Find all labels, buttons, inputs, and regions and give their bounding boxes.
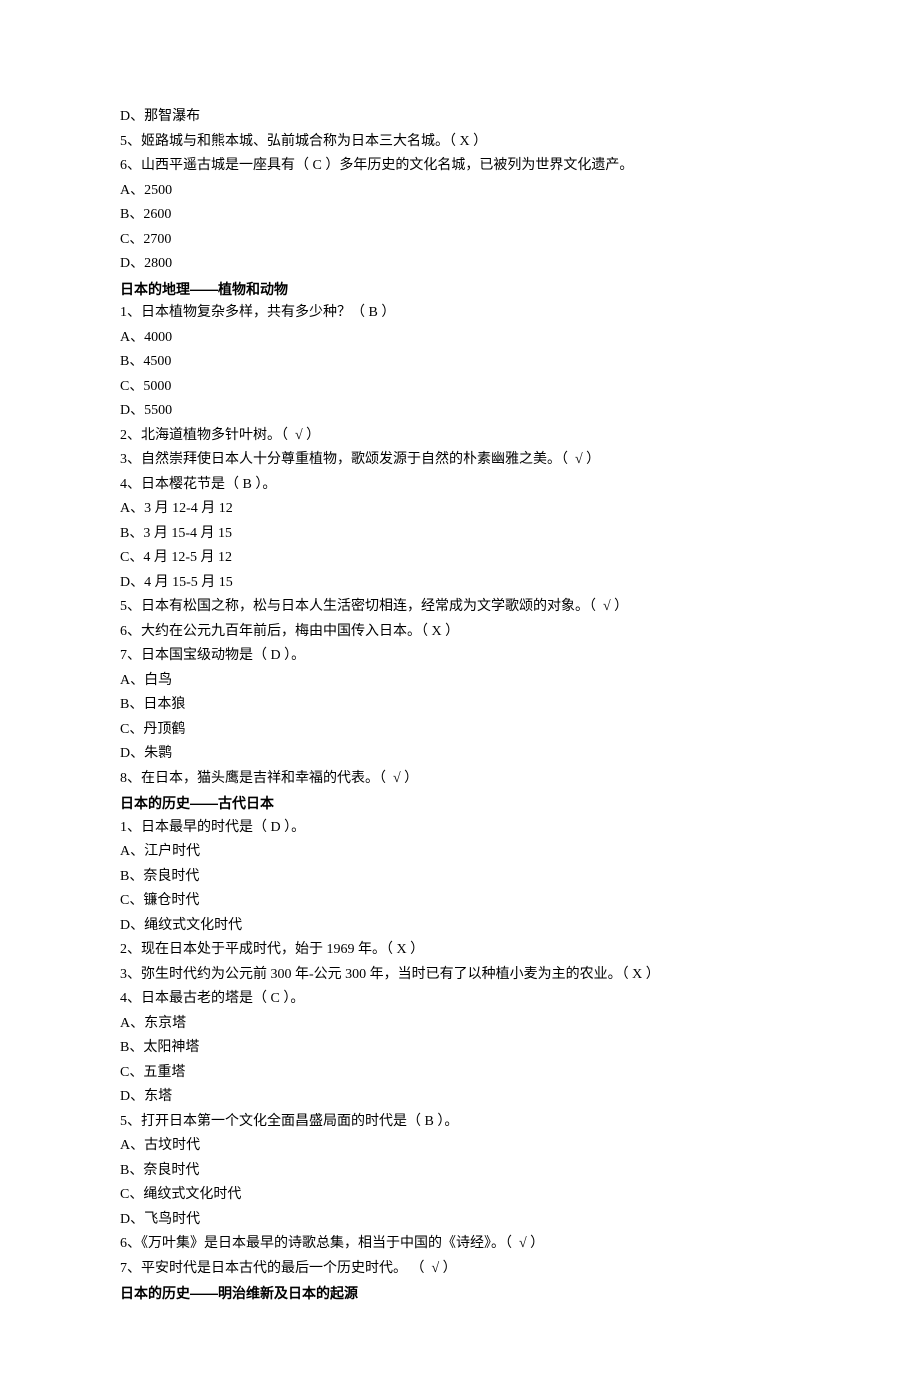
text-line: C、2700 bbox=[120, 228, 800, 253]
text-line: C、镰仓时代 bbox=[120, 889, 800, 914]
text-line: 3、弥生时代约为公元前 300 年-公元 300 年，当时已有了以种植小麦为主的… bbox=[120, 963, 800, 988]
text-line: 6、大约在公元九百年前后，梅由中国传入日本。（ X ） bbox=[120, 620, 800, 645]
text-line: D、5500 bbox=[120, 399, 800, 424]
text-line: A、江户时代 bbox=[120, 840, 800, 865]
text-line: B、奈良时代 bbox=[120, 865, 800, 890]
text-line: C、5000 bbox=[120, 375, 800, 400]
text-line: B、日本狼 bbox=[120, 693, 800, 718]
document-page: D、那智瀑布5、姬路城与和熊本城、弘前城合称为日本三大名城。（ X ）6、山西平… bbox=[0, 0, 920, 1386]
text-line: 2、北海道植物多针叶树。（ √ ） bbox=[120, 424, 800, 449]
text-line: C、绳纹式文化时代 bbox=[120, 1183, 800, 1208]
text-line: 7、平安时代是日本古代的最后一个历史时代。 （ √ ） bbox=[120, 1257, 800, 1282]
text-line: D、2800 bbox=[120, 252, 800, 277]
text-line: 5、打开日本第一个文化全面昌盛局面的时代是（ B ）。 bbox=[120, 1110, 800, 1135]
text-line: A、东京塔 bbox=[120, 1012, 800, 1037]
text-line: 6、山西平遥古城是一座具有（ C ）多年历史的文化名城，已被列为世界文化遗产。 bbox=[120, 154, 800, 179]
section-heading: 日本的历史——古代日本 bbox=[120, 791, 800, 816]
text-line: A、3 月 12-4 月 12 bbox=[120, 497, 800, 522]
text-line: A、古坟时代 bbox=[120, 1134, 800, 1159]
text-line: D、那智瀑布 bbox=[120, 105, 800, 130]
text-line: D、东塔 bbox=[120, 1085, 800, 1110]
text-line: 4、日本樱花节是（ B ）。 bbox=[120, 473, 800, 498]
text-line: B、奈良时代 bbox=[120, 1159, 800, 1184]
text-line: B、2600 bbox=[120, 203, 800, 228]
text-line: B、太阳神塔 bbox=[120, 1036, 800, 1061]
text-line: 1、日本植物复杂多样，共有多少种？（ B ） bbox=[120, 301, 800, 326]
text-line: A、2500 bbox=[120, 179, 800, 204]
text-line: D、飞鸟时代 bbox=[120, 1208, 800, 1233]
text-line: 7、日本国宝级动物是（ D ）。 bbox=[120, 644, 800, 669]
text-line: B、4500 bbox=[120, 350, 800, 375]
text-line: 2、现在日本处于平成时代，始于 1969 年。（ X ） bbox=[120, 938, 800, 963]
text-line: B、3 月 15-4 月 15 bbox=[120, 522, 800, 547]
text-line: 5、日本有松国之称，松与日本人生活密切相连，经常成为文学歌颂的对象。（ √ ） bbox=[120, 595, 800, 620]
text-line: D、绳纹式文化时代 bbox=[120, 914, 800, 939]
text-line: 8、在日本，猫头鹰是吉祥和幸福的代表。（ √ ） bbox=[120, 767, 800, 792]
text-line: D、4 月 15-5 月 15 bbox=[120, 571, 800, 596]
text-line: 1、日本最早的时代是（ D ）。 bbox=[120, 816, 800, 841]
text-line: 3、自然崇拜使日本人十分尊重植物，歌颂发源于自然的朴素幽雅之美。（ √ ） bbox=[120, 448, 800, 473]
text-line: 6、《万叶集》是日本最早的诗歌总集，相当于中国的《诗经》。（ √ ） bbox=[120, 1232, 800, 1257]
text-line: D、朱鹮 bbox=[120, 742, 800, 767]
section-heading: 日本的地理——植物和动物 bbox=[120, 277, 800, 302]
text-line: C、丹顶鹤 bbox=[120, 718, 800, 743]
text-line: 5、姬路城与和熊本城、弘前城合称为日本三大名城。（ X ） bbox=[120, 130, 800, 155]
text-line: C、4 月 12-5 月 12 bbox=[120, 546, 800, 571]
text-line: 4、日本最古老的塔是（ C ）。 bbox=[120, 987, 800, 1012]
text-line: A、4000 bbox=[120, 326, 800, 351]
text-line: A、白鸟 bbox=[120, 669, 800, 694]
text-line: C、五重塔 bbox=[120, 1061, 800, 1086]
